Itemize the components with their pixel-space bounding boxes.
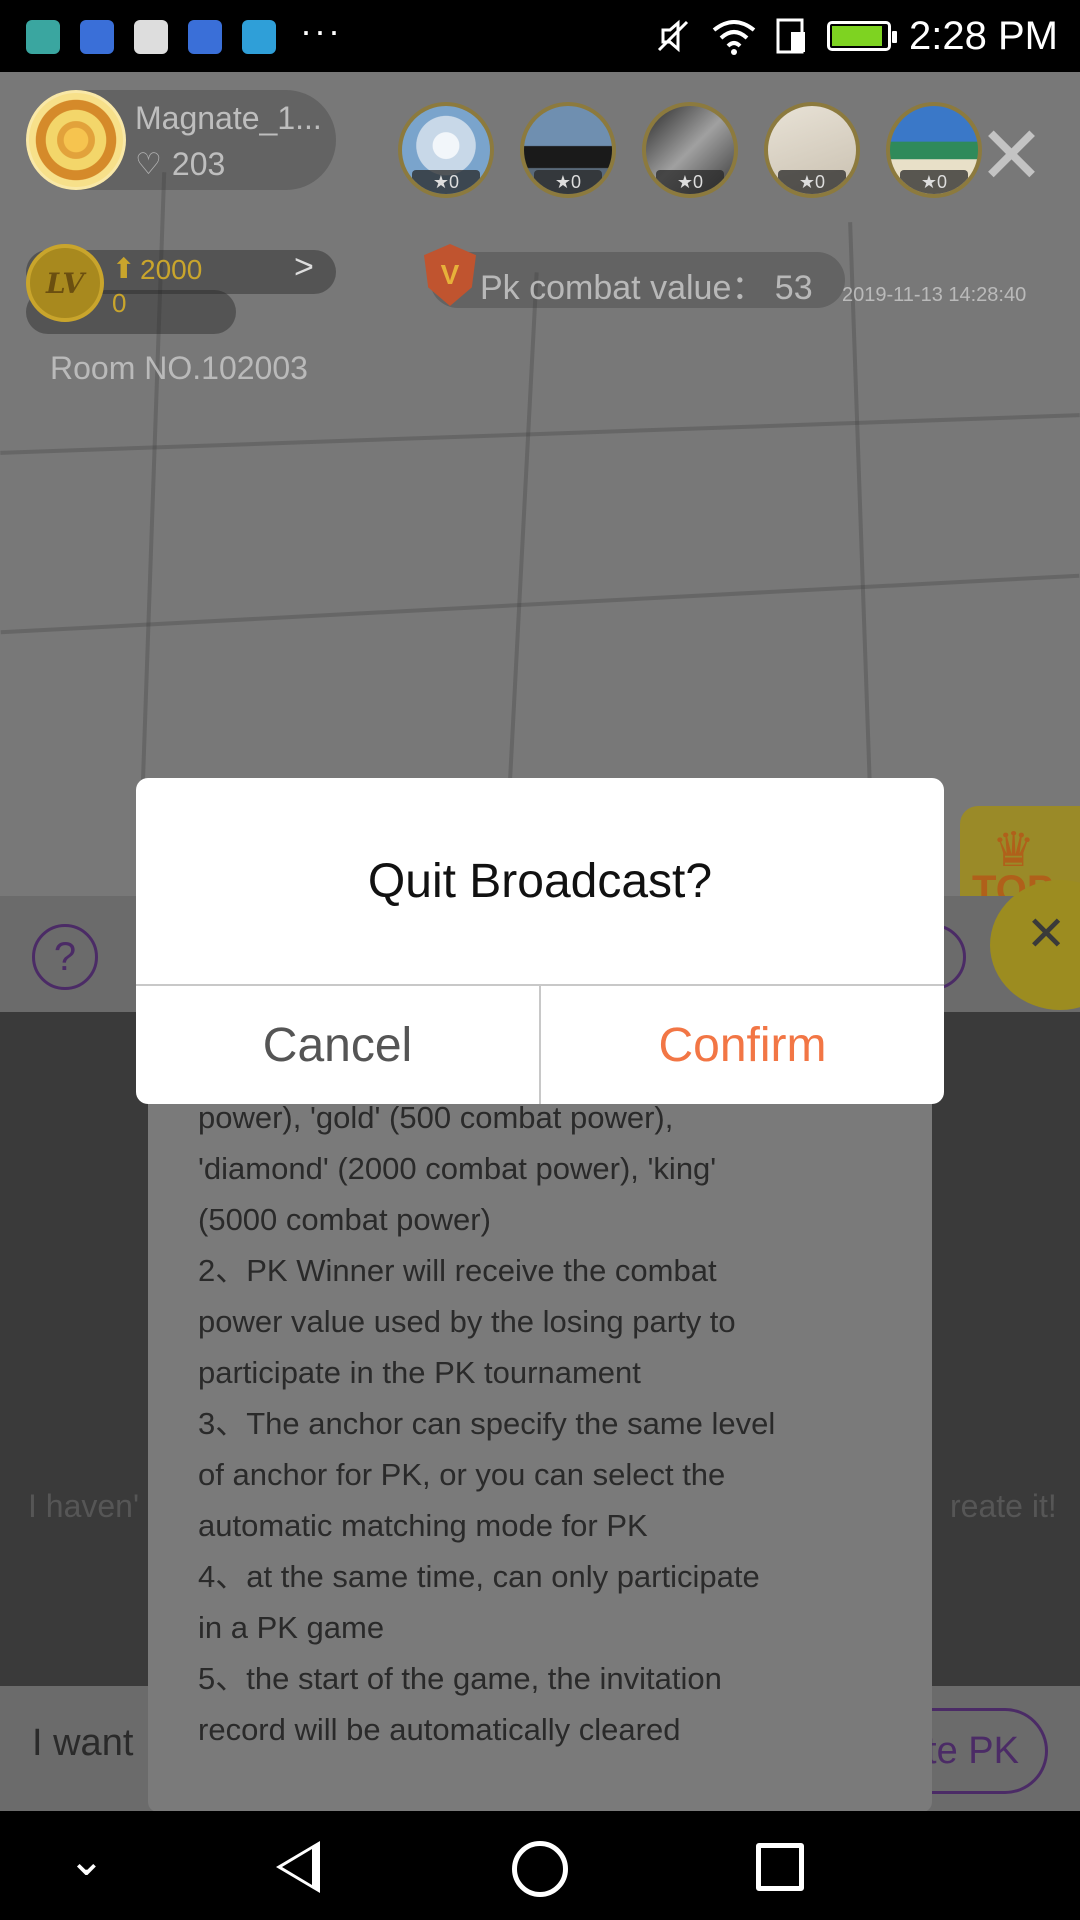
rules-line: 2、PK Winner will receive the combat [198,1253,717,1288]
baidu-app-icon [80,20,114,54]
android-app-icon [26,20,60,54]
rules-line: power value used by the losing party to [198,1304,736,1339]
viewer-avatar[interactable]: ★0 [520,102,616,198]
battery-icon [827,21,898,51]
back-icon[interactable] [276,1841,320,1893]
rules-line: in a PK game [198,1610,385,1645]
empty-state-text-left: I haven' [28,1488,140,1524]
rules-line: (5000 combat power) [198,1202,491,1237]
host-name: Magnate_1... [135,100,322,136]
viewer-badge: ★0 [656,170,724,194]
viewer-avatar[interactable]: ★0 [642,102,738,198]
font-app-icon [134,20,168,54]
wifi-icon [712,20,756,55]
more-notifications-icon: ··· [300,10,342,51]
rules-line: 'diamond' (2000 combat power), 'king' [198,1151,717,1186]
status-bar: ··· 2:28 PM [0,0,1080,72]
host-avatar[interactable] [26,90,126,190]
quit-broadcast-dialog: Quit Broadcast? Cancel Confirm [136,778,944,1104]
home-icon[interactable] [512,1841,568,1897]
help-icon[interactable]: ? [32,924,98,990]
level-coin-icon: LV [26,244,104,322]
navigation-bar: ⌄ [0,1811,1080,1920]
recent-apps-icon[interactable] [756,1843,804,1891]
telegram-app-icon [242,20,276,54]
live-room-view: Magnate_1... ♡ 203 ★0 ★0 ★0 ★0 ★0 ✕ LV ⬆… [0,72,1080,896]
viewer-avatar[interactable]: ★0 [764,102,860,198]
close-icon[interactable]: ✕ [1026,906,1066,962]
level-value: 2000 [140,254,203,285]
rules-line: automatic matching mode for PK [198,1508,648,1543]
viewer-badge: ★0 [534,170,602,194]
viewer-badge: ★0 [412,170,480,194]
rules-line: 5、the start of the game, the invitation [198,1661,722,1696]
rules-line: of anchor for PK, or you can select the [198,1457,726,1492]
host-likes-count: 203 [171,146,226,182]
viewer-avatar[interactable]: ★0 [398,102,494,198]
empty-state-text-right: reate it! [950,1488,1057,1524]
cancel-button[interactable]: Cancel [136,986,539,1104]
room-timestamp: 2019-11-13 14:28:40 [842,284,1027,306]
confirm-button[interactable]: Confirm [541,986,944,1104]
mute-icon [657,19,689,53]
heart-icon: ♡ [135,148,162,181]
clock: 2:28 PM [909,13,1058,58]
close-room-icon[interactable]: ✕ [978,116,1045,196]
room-number: Room NO.102003 [50,350,308,386]
chevron-down-icon[interactable]: ⌄ [68,1835,105,1886]
bottom-input-text[interactable]: I want [32,1722,133,1765]
sim-icon [776,18,806,54]
rules-line: 4、at the same time, can only participate [198,1559,760,1594]
baidu-app-icon-2 [188,20,222,54]
level-sub-value: 0 [112,288,127,318]
dialog-title: Quit Broadcast? [367,854,713,908]
chevron-right-icon[interactable]: > [294,248,314,287]
viewer-badge: ★0 [778,170,846,194]
pk-rules-text: power), 'gold' (500 combat power), 'diam… [198,1092,898,1755]
host-likes: ♡ 203 [135,146,225,183]
viewer-badge: ★0 [900,170,968,194]
rules-line: participate in the PK tournament [198,1355,641,1390]
level-up-arrow-icon: ⬆ [112,253,136,284]
viewer-avatar[interactable]: ★0 [886,102,982,198]
rules-line: record will be automatically cleared [198,1712,681,1747]
pk-combat-value: Pk combat value： 53 [480,269,813,307]
pk-rules-card: power), 'gold' (500 combat power), 'diam… [148,1060,932,1812]
rules-line: 3、The anchor can specify the same level [198,1406,776,1441]
